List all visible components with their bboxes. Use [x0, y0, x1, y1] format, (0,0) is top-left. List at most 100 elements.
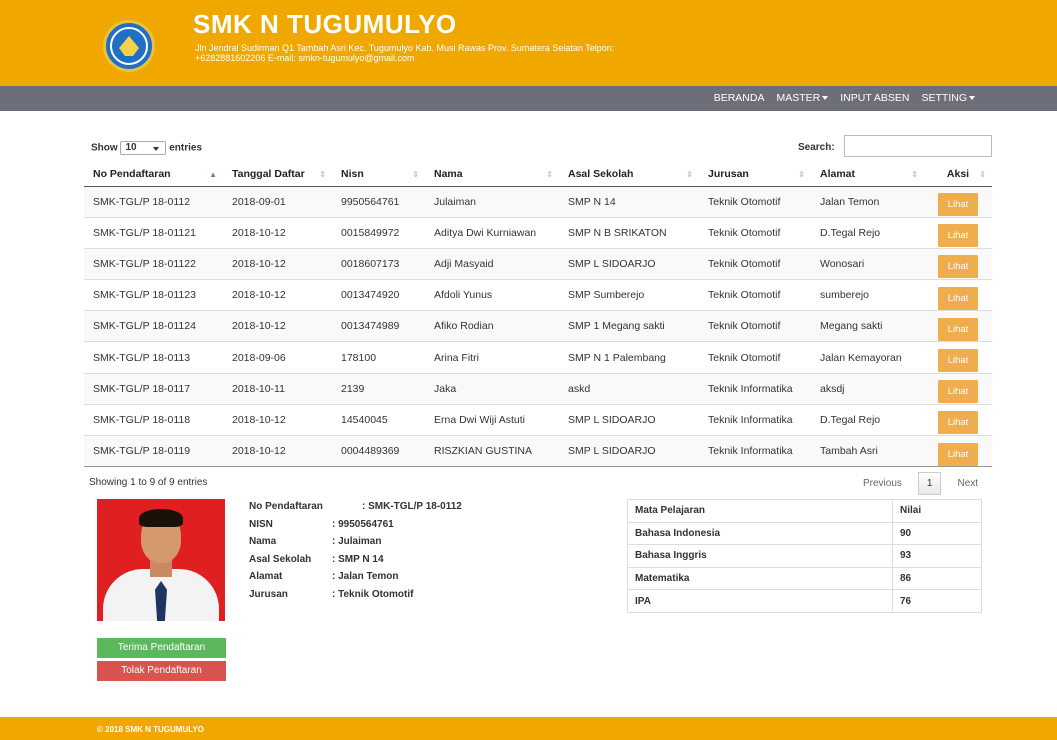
cell-alamat: Jalan Kemayoran [811, 341, 924, 374]
column-header-jurusan[interactable]: Jurusan ⇕ [699, 163, 811, 187]
entries-select[interactable]: 10 [120, 141, 167, 155]
search-label: Search: [798, 142, 835, 153]
lihat-button[interactable]: Lihat [937, 317, 979, 341]
cell-nama: Jaka [425, 372, 559, 405]
cell-jurusan: Teknik Otomotif [699, 341, 811, 374]
column-header-aksi[interactable]: Aksi ⇕ [924, 163, 992, 187]
cell-no: SMK-TGL/P 18-0112 [84, 185, 223, 218]
cell-asal: SMP 1 Megang sakti [559, 310, 699, 342]
pagination-page-1[interactable]: 1 [917, 472, 942, 495]
nav-input-absen-label: INPUT ABSEN [840, 92, 910, 104]
cell-jurusan: Teknik Informatika [699, 434, 811, 468]
cell-tanggal: 2018-10-12 [223, 434, 332, 468]
column-header-tanggal-daftar[interactable]: Tanggal Daftar ⇕ [223, 163, 332, 187]
column-header-alamat[interactable]: Alamat ⇕ [811, 163, 924, 187]
column-header-nama[interactable]: Nama ⇕ [425, 163, 559, 187]
cell-nisn: 2139 [332, 372, 425, 405]
cell-jurusan: Teknik Otomotif [699, 310, 811, 342]
reject-registration-button[interactable]: Tolak Pendaftaran [97, 661, 226, 681]
cell-tanggal: 2018-09-01 [223, 185, 332, 218]
grades-header-score: Nilai [892, 499, 982, 523]
column-label: Alamat [820, 168, 856, 181]
column-label: Nisn [341, 168, 364, 181]
cell-tanggal: 2018-10-11 [223, 372, 332, 405]
table-row: SMK-TGL/P 18-0117 2018-10-11 2139 Jaka askd T… [84, 372, 992, 405]
detail-value: : Jalan Temon [332, 571, 399, 583]
search-input[interactable] [844, 135, 992, 157]
registration-table: No Pendaftaran ▲ Tanggal Daftar ⇕ Nisn ⇕ Na… [84, 163, 992, 468]
lihat-button[interactable]: Lihat [937, 286, 979, 310]
column-header-nisn[interactable]: Nisn ⇕ [332, 163, 425, 187]
lihat-button[interactable]: Lihat [937, 442, 979, 466]
table-row: SMK-TGL/P 18-01121 2018-10-12 0015849972 Ad… [84, 216, 992, 249]
cell-no: SMK-TGL/P 18-0118 [84, 403, 223, 436]
lihat-button[interactable]: Lihat [937, 411, 979, 435]
cell-nisn: 178100 [332, 341, 425, 374]
pagination: Previous 1 Next [855, 472, 986, 495]
cell-no: SMK-TGL/P 18-0113 [84, 341, 223, 374]
sort-icon: ⇕ [686, 170, 693, 179]
cell-alamat: Jalan Temon [811, 185, 924, 218]
grade-score: 93 [892, 544, 982, 568]
cell-jurusan: Teknik Otomotif [699, 216, 811, 249]
cell-jurusan: Teknik Informatika [699, 403, 811, 436]
column-header-no-pendaftaran[interactable]: No Pendaftaran ▲ [84, 163, 223, 187]
cell-tanggal: 2018-10-12 [223, 216, 332, 249]
show-label: Show [91, 142, 118, 154]
grade-score: 86 [892, 566, 982, 591]
detail-value: : SMK-TGL/P 18-0112 [362, 501, 462, 512]
cell-jurusan: Teknik Otomotif [699, 185, 811, 218]
grade-row: Matematika 86 [627, 566, 982, 591]
cell-aksi: Lihat [924, 372, 992, 405]
school-logo-icon [103, 20, 155, 72]
grade-row: Bahasa Indonesia 90 [627, 521, 982, 546]
column-label: Aksi [946, 168, 970, 181]
cell-asal: askd [559, 372, 699, 405]
column-label: Nama [434, 168, 463, 181]
grade-row: IPA 76 [627, 589, 982, 613]
cell-nama: Afdoli Yunus [425, 279, 559, 311]
entries-select-value: 10 [125, 142, 137, 153]
cell-alamat: aksdj [811, 372, 924, 405]
detail-value: : 9950564761 [332, 518, 394, 530]
sort-icon: ⇕ [979, 170, 986, 179]
column-header-asal-sekolah[interactable]: Asal Sekolah ⇕ [559, 163, 699, 187]
pagination-next[interactable]: Next [949, 473, 986, 494]
detail-label: Asal Sekolah [249, 553, 312, 565]
entries-length-control: Show 10 entries [91, 141, 202, 155]
entries-label: entries [169, 142, 203, 154]
table-row: SMK-TGL/P 18-01123 2018-10-12 0013474920 Af… [84, 279, 992, 311]
cell-jurusan: Teknik Otomotif [699, 247, 811, 280]
grade-subject: Matematika [627, 566, 893, 591]
accept-registration-button[interactable]: Terima Pendaftaran [97, 638, 226, 658]
pagination-previous[interactable]: Previous [855, 473, 910, 494]
nav-master-dropdown[interactable]: MASTER [770, 86, 834, 111]
detail-label: NISN [249, 518, 273, 530]
cell-asal: SMP L SIDOARJO [559, 434, 699, 468]
nav-setting-dropdown[interactable]: SETTING [915, 86, 1057, 111]
detail-value: : Teknik Otomotif [332, 588, 414, 600]
nav-beranda[interactable]: BERANDA [708, 86, 771, 111]
lihat-button[interactable]: Lihat [937, 380, 979, 404]
cell-nama: RISZKIAN GUSTINA [425, 434, 559, 468]
lihat-button[interactable]: Lihat [937, 255, 979, 279]
navbar: BERANDA MASTER INPUT ABSEN SETTING [0, 86, 1057, 111]
grades-header-row: Mata Pelajaran Nilai [627, 499, 982, 523]
cell-asal: SMP L SIDOARJO [559, 247, 699, 280]
cell-tanggal: 2018-10-12 [223, 310, 332, 342]
cell-nama: Aditya Dwi Kurniawan [425, 216, 559, 249]
detail-label: Jurusan [249, 588, 288, 600]
cell-nisn: 14540045 [332, 403, 425, 436]
column-label: Jurusan [708, 168, 749, 181]
table-info: Showing 1 to 9 of 9 entries [89, 477, 208, 488]
lihat-button[interactable]: Lihat [937, 349, 979, 373]
cell-alamat: D.Tegal Rejo [811, 216, 924, 249]
lihat-button[interactable]: Lihat [937, 193, 979, 217]
lihat-button[interactable]: Lihat [937, 224, 979, 248]
nav-input-absen[interactable]: INPUT ABSEN [834, 86, 915, 111]
site-footer: © 2018 SMK N TUGUMULYO [0, 717, 1057, 740]
cell-alamat: Tambah Asri [811, 434, 924, 468]
cell-asal: SMP N B SRIKATON [559, 216, 699, 249]
table-row: SMK-TGL/P 18-0118 2018-10-12 14540045 Erna … [84, 403, 992, 436]
cell-nisn: 0004489369 [332, 434, 425, 468]
